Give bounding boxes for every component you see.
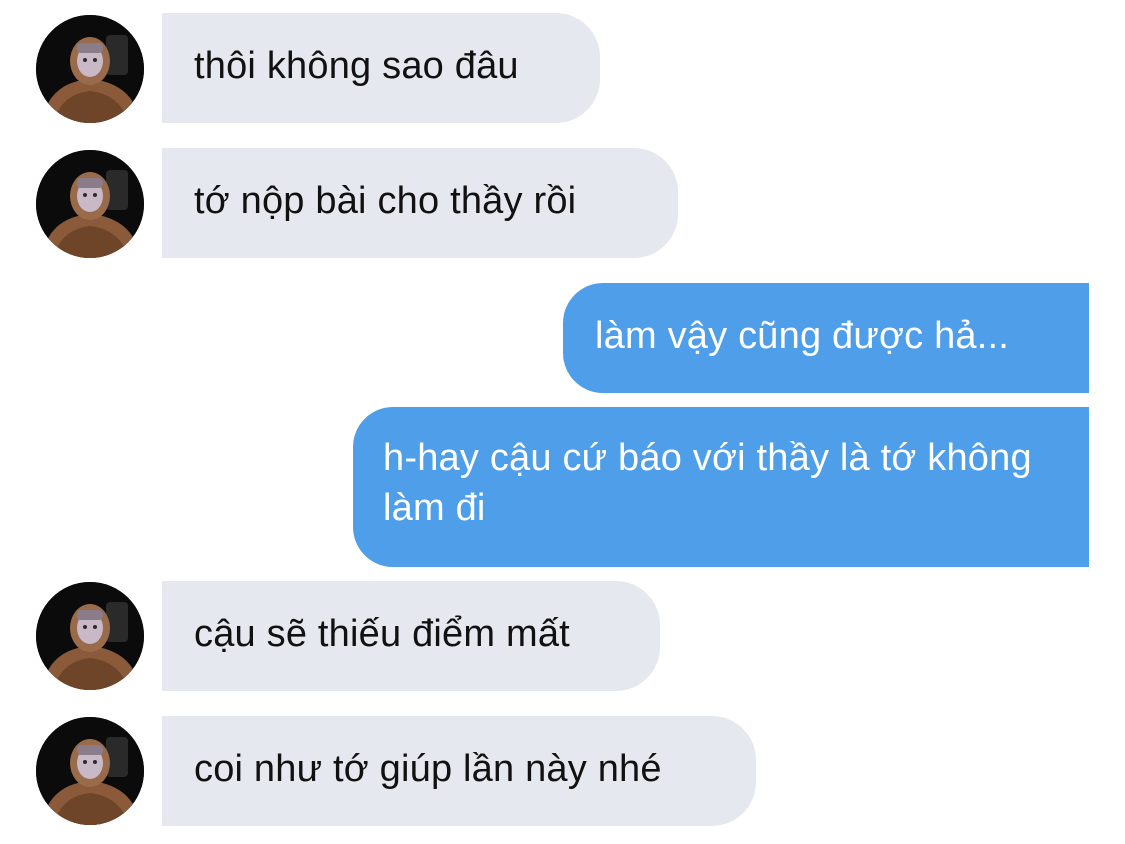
outgoing-message-bubble[interactable]: làm vậy cũng được hả... xyxy=(563,283,1089,393)
avatar-photo-icon xyxy=(36,15,144,123)
outgoing-message-bubble[interactable]: h-hay cậu cứ báo với thầy là tớ không là… xyxy=(353,407,1089,567)
message-text: h-hay cậu cứ báo với thầy là tớ không là… xyxy=(383,437,1032,529)
message-thread: thôi không sao đâu tớ nộp bài cho thầy r… xyxy=(0,0,1125,844)
message-text: cậu sẽ thiếu điểm mất xyxy=(194,613,570,655)
incoming-message-bubble[interactable]: cậu sẽ thiếu điểm mất xyxy=(162,581,660,691)
avatar-photo-icon xyxy=(36,150,144,258)
avatar-photo-icon xyxy=(36,717,144,825)
message-text: tớ nộp bài cho thầy rồi xyxy=(194,180,577,222)
contact-avatar[interactable] xyxy=(36,150,144,258)
message-text: làm vậy cũng được hả... xyxy=(595,315,1010,357)
contact-avatar[interactable] xyxy=(36,582,144,690)
incoming-message-bubble[interactable]: tớ nộp bài cho thầy rồi xyxy=(162,148,678,258)
message-text: coi như tớ giúp lần này nhé xyxy=(194,748,662,790)
contact-avatar[interactable] xyxy=(36,717,144,825)
contact-avatar[interactable] xyxy=(36,15,144,123)
avatar-photo-icon xyxy=(36,582,144,690)
incoming-message-bubble[interactable]: coi như tớ giúp lần này nhé xyxy=(162,716,756,826)
incoming-message-bubble[interactable]: thôi không sao đâu xyxy=(162,13,600,123)
message-text: thôi không sao đâu xyxy=(194,45,519,87)
